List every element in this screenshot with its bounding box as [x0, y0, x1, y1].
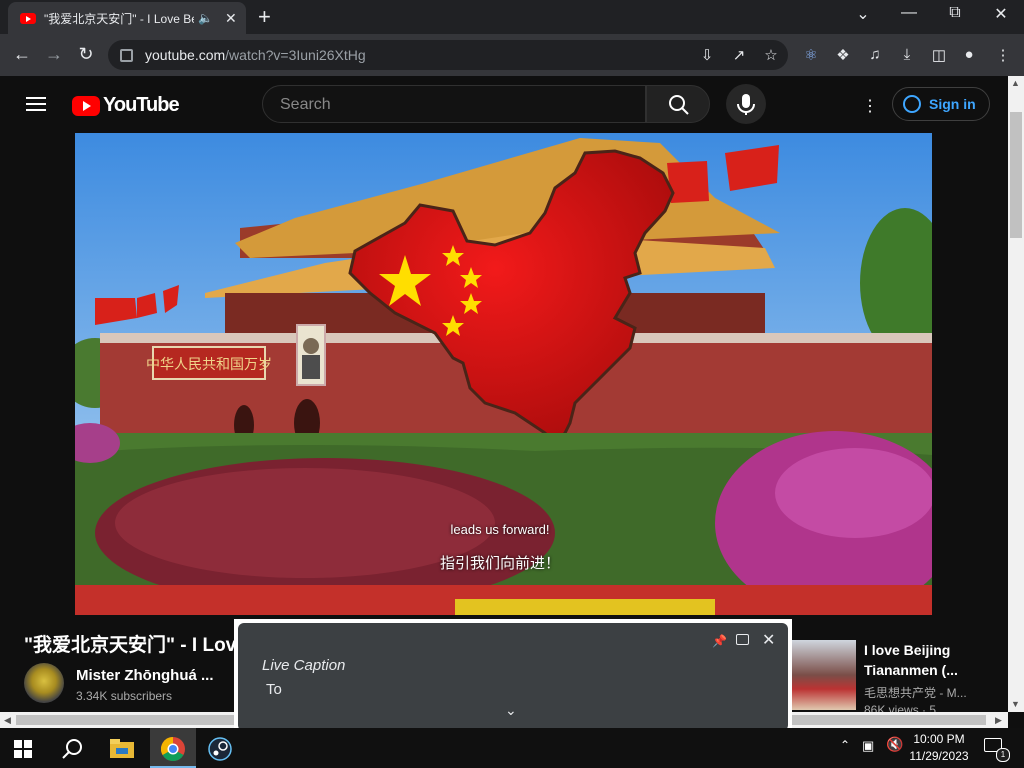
steam-icon[interactable]	[208, 737, 232, 766]
youtube-favicon-icon	[20, 12, 36, 24]
live-caption-close-icon[interactable]: ✕	[762, 630, 775, 650]
lock-icon	[120, 48, 133, 62]
channel-avatar[interactable]	[24, 663, 64, 703]
speaker-icon[interactable]: 🔈	[198, 11, 213, 25]
microphone-icon	[737, 94, 755, 115]
side-panel-icon[interactable]: ◫	[928, 46, 950, 64]
install-app-icon[interactable]: ⇩	[696, 46, 718, 64]
subtitle-chinese: 指引我们向前进！	[439, 555, 560, 572]
sign-in-button[interactable]: Sign in	[892, 87, 990, 121]
subtitle-english: leads us forward!	[450, 522, 550, 537]
network-icon[interactable]: ▣	[862, 738, 874, 754]
youtube-play-logo-icon	[72, 95, 100, 116]
tray-chevron-icon[interactable]: ⌃	[840, 738, 850, 752]
media-control-icon[interactable]: ♫	[864, 46, 886, 63]
live-caption-title: Live Caption	[262, 657, 346, 674]
bookmark-star-icon[interactable]: ☆	[760, 46, 782, 64]
search-input[interactable]	[278, 95, 622, 115]
search-button[interactable]	[646, 85, 710, 123]
extension-brain-icon[interactable]: ⚛	[800, 46, 822, 64]
related-video-channel[interactable]: 毛思想共产党 - M...	[864, 684, 967, 701]
menu-hamburger-icon[interactable]	[26, 97, 46, 111]
minimize-button[interactable]: —	[894, 4, 924, 22]
vertical-scrollbar-thumb[interactable]	[1010, 112, 1022, 238]
url-text: youtube.com/watch?v=3Iuni26XtHg	[145, 47, 366, 63]
account-circle-icon	[903, 95, 921, 113]
restore-button[interactable]: ⧉	[940, 4, 970, 22]
scroll-down-arrow-icon[interactable]: ▼	[1011, 699, 1020, 709]
youtube-logo[interactable]: YouTube	[72, 94, 180, 117]
profile-icon[interactable]: ●	[958, 46, 980, 63]
back-button[interactable]: ←	[10, 44, 34, 65]
browser-menu-icon[interactable]: ⋮	[992, 46, 1014, 64]
tab-title: "我爱北京天安门" - I Love Be	[44, 11, 194, 26]
extensions-puzzle-icon[interactable]: ❖	[832, 46, 854, 64]
clock-time: 10:00 PM	[913, 732, 965, 746]
gate-banner-text: 中华人民共和国万岁	[146, 357, 272, 373]
tab-search-chevron-icon[interactable]: ⌄	[848, 4, 878, 24]
browser-tab[interactable]: "我爱北京天安门" - I Love Be 🔈 ✕	[8, 2, 246, 34]
new-tab-button[interactable]: +	[258, 4, 271, 30]
voice-search-button[interactable]	[726, 84, 766, 124]
close-window-button[interactable]: ✕	[986, 4, 1016, 24]
tab-close-icon[interactable]: ✕	[225, 10, 237, 27]
live-caption-text: To	[266, 681, 282, 698]
search-box	[262, 85, 646, 123]
windows-start-icon[interactable]	[14, 740, 32, 763]
scroll-up-arrow-icon[interactable]: ▲	[1011, 78, 1020, 88]
pin-icon[interactable]: 📌	[712, 634, 727, 648]
address-bar[interactable]: youtube.com/watch?v=3Iuni26XtHg	[108, 40, 788, 70]
file-explorer-icon[interactable]	[110, 739, 134, 764]
chrome-icon	[160, 737, 185, 766]
search-taskbar-icon[interactable]	[62, 738, 84, 765]
forward-button[interactable]: →	[42, 44, 66, 65]
subscriber-count: 3.34K subscribers	[76, 689, 173, 703]
video-player[interactable]: 中华人民共和国万岁	[75, 133, 932, 615]
reload-button[interactable]: ↻	[74, 44, 98, 65]
sign-in-label: Sign in	[929, 96, 976, 112]
related-video-thumbnail[interactable]	[792, 640, 856, 710]
volume-muted-icon[interactable]: 🔇	[886, 736, 903, 753]
scroll-right-arrow-icon[interactable]: ▶	[995, 715, 1002, 726]
expand-chevron-icon[interactable]: ⌄	[505, 702, 517, 719]
share-icon[interactable]: ↗	[728, 46, 750, 64]
back-to-tab-icon[interactable]	[736, 634, 749, 645]
system-clock[interactable]: 10:00 PM 11/29/2023	[906, 731, 972, 765]
notification-count-badge: 1	[996, 748, 1010, 762]
related-video-title[interactable]: I love Beijing Tiananmen (...	[864, 640, 1004, 680]
video-title: "我爱北京天安门" - I Lov	[24, 635, 234, 656]
channel-name[interactable]: Mister Zhōnghuá ...	[76, 667, 214, 684]
clock-date: 11/29/2023	[909, 749, 969, 763]
youtube-logo-text: YouTube	[103, 94, 180, 116]
downloads-icon[interactable]: ⤓	[896, 46, 918, 63]
video-frame: 中华人民共和国万岁	[75, 133, 932, 615]
search-icon	[669, 95, 689, 115]
scroll-left-arrow-icon[interactable]: ◀	[4, 715, 11, 726]
settings-kebab-icon[interactable]: ⋮	[862, 96, 878, 116]
